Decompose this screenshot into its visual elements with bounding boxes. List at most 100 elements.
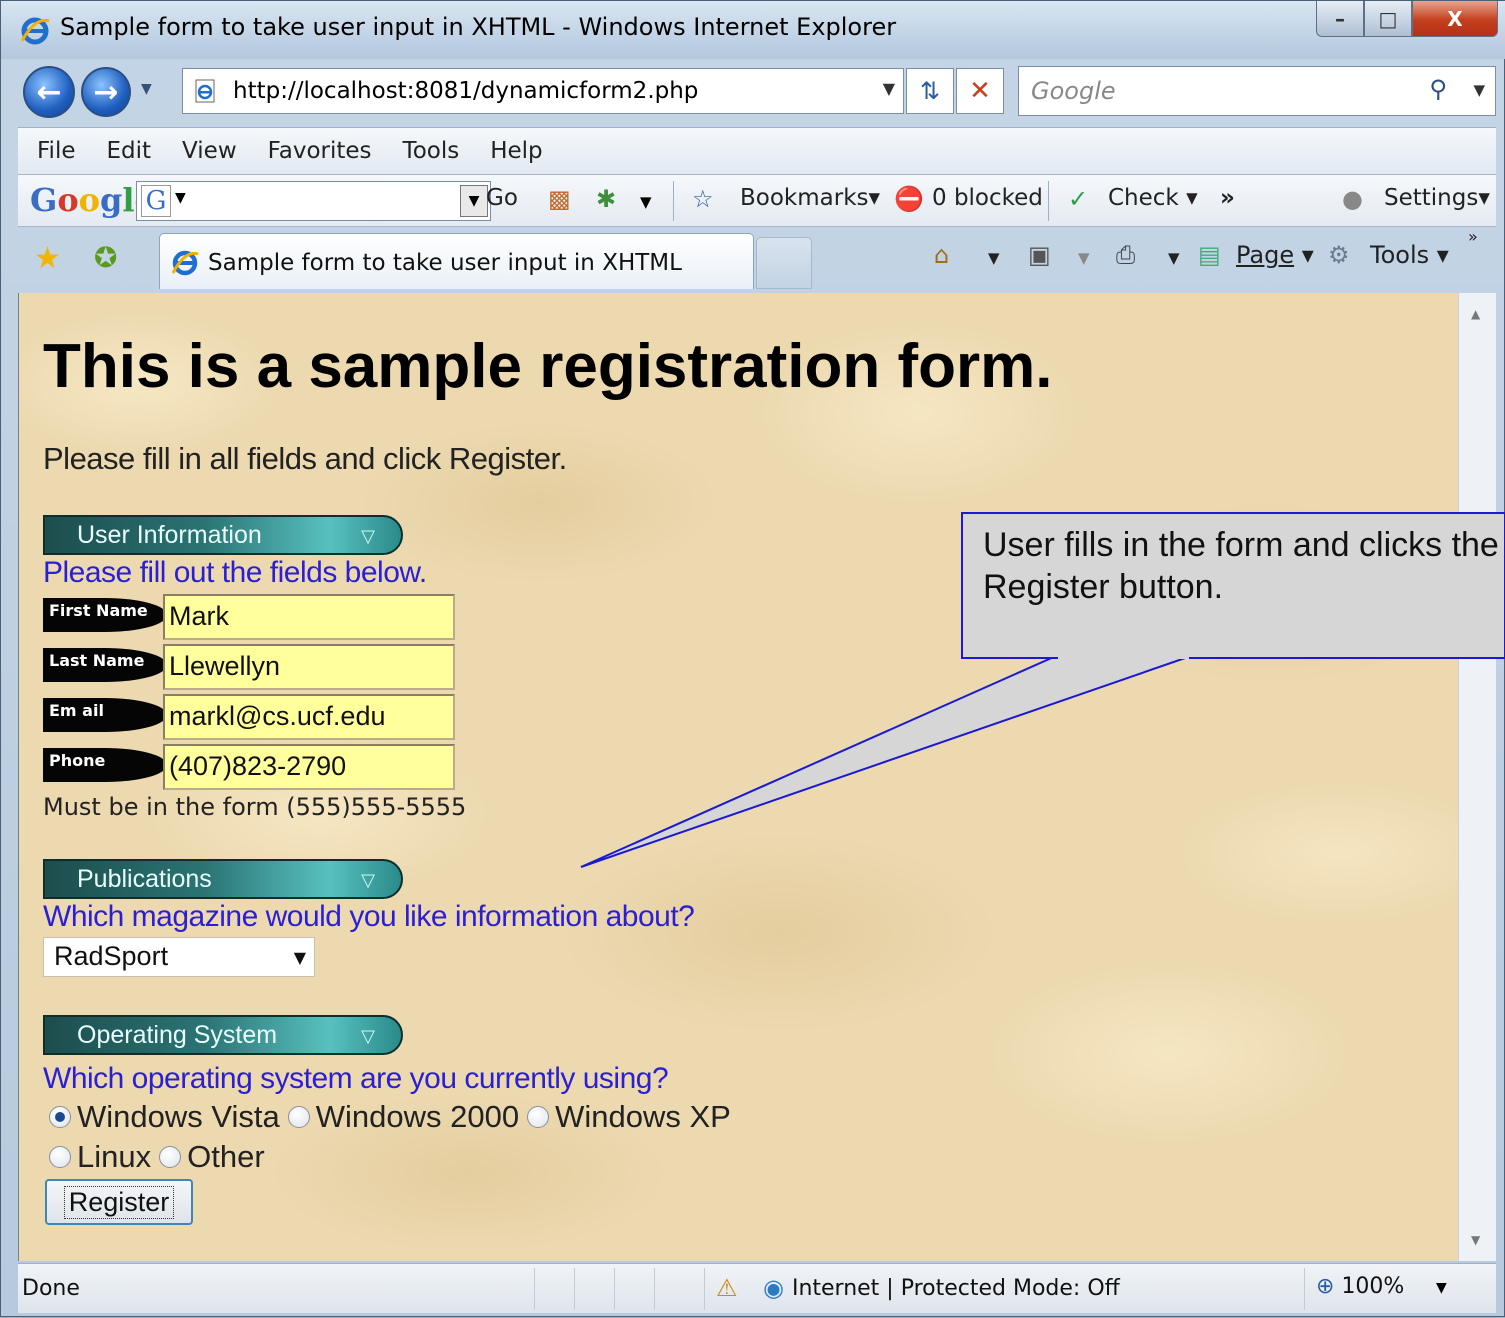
- back-button[interactable]: ←: [23, 66, 75, 118]
- puzzle-icon[interactable]: ✱: [596, 185, 616, 213]
- status-text: Done: [22, 1276, 80, 1301]
- tools-gear-icon: ⚙: [1328, 241, 1350, 269]
- security-zone[interactable]: ◉ Internet | Protected Mode: Off: [763, 1274, 1120, 1302]
- menu-view[interactable]: View: [182, 138, 237, 164]
- email-field[interactable]: markl@cs.ucf.edu: [163, 694, 455, 740]
- bookmarks-button[interactable]: Bookmarks▾: [740, 185, 880, 211]
- address-bar[interactable]: http://localhost:8081/dynamicform2.php ▼: [182, 68, 904, 114]
- settings-gear-icon[interactable]: ●: [1342, 185, 1363, 213]
- chevron-down-icon[interactable]: ▼: [640, 193, 652, 211]
- phone-label: Phone: [43, 748, 167, 782]
- favorites-star-icon[interactable]: ★: [34, 241, 61, 276]
- radio-windows-2000[interactable]: [287, 1106, 310, 1128]
- scroll-up-icon[interactable]: ▲: [1471, 307, 1480, 321]
- google-search-input[interactable]: G ▼ ▼: [136, 181, 491, 221]
- os-radio-group-row1: Windows Vista Windows 2000 Windows XP: [49, 1099, 739, 1135]
- home-icon[interactable]: ⌂: [934, 241, 949, 269]
- back-arrow-icon: ←: [36, 74, 62, 110]
- search-dropdown-icon[interactable]: ▼: [1473, 81, 1485, 99]
- tab-active[interactable]: Sample form to take user input in XHTML: [159, 233, 754, 289]
- spellcheck-icon[interactable]: ✓: [1068, 185, 1088, 213]
- radio-label-windows-xp: Windows XP: [555, 1099, 731, 1134]
- chevron-down-icon[interactable]: ▼: [1168, 249, 1180, 267]
- chevron-down-icon[interactable]: ▼: [988, 249, 1000, 267]
- google-go-button[interactable]: Go: [486, 185, 518, 211]
- tools-menu-button[interactable]: Tools ▾: [1370, 241, 1449, 269]
- forward-button[interactable]: →: [81, 67, 131, 117]
- menu-favorites[interactable]: Favorites: [268, 138, 372, 164]
- google-search-dropdown[interactable]: ▼: [460, 185, 488, 217]
- first-name-row: First Name Mark: [43, 594, 463, 640]
- menu-tools[interactable]: Tools: [403, 138, 460, 164]
- menu-edit[interactable]: Edit: [107, 138, 152, 164]
- toolbar-overflow-button[interactable]: »: [1220, 185, 1235, 211]
- chevron-down-icon: ▽: [361, 1026, 375, 1047]
- forward-arrow-icon: →: [93, 74, 119, 110]
- chevron-down-icon[interactable]: ▼: [1436, 1280, 1447, 1296]
- print-icon[interactable]: ⎙: [1116, 241, 1135, 269]
- minimize-button[interactable]: –: [1316, 1, 1364, 37]
- page-menu-button[interactable]: Page ▾: [1236, 241, 1314, 269]
- spellcheck-button[interactable]: Check ▾: [1108, 185, 1198, 211]
- email-row: Em ail markl@cs.ucf.edu: [43, 694, 463, 740]
- chevron-down-icon[interactable]: ▼: [175, 190, 186, 206]
- address-dropdown-icon[interactable]: ▼: [883, 79, 895, 98]
- search-icon[interactable]: ⚲: [1429, 75, 1447, 103]
- menu-help[interactable]: Help: [490, 138, 542, 164]
- new-tab-button[interactable]: [756, 237, 812, 289]
- toolbar-divider: [1048, 181, 1049, 221]
- ie-logo-icon: [20, 17, 50, 45]
- google-toolbar: Google G ▼ ▼ Go ▩ ✱ ▼ ☆ Bookmarks▾ ⛔ 0 b…: [18, 175, 1496, 227]
- stop-icon: ✕: [969, 76, 991, 106]
- scroll-down-icon[interactable]: ▼: [1471, 1233, 1480, 1247]
- search-placeholder: Google: [1031, 77, 1116, 105]
- ie-logo-icon: [171, 250, 199, 276]
- status-divider: [574, 1268, 575, 1310]
- close-button[interactable]: X: [1412, 1, 1498, 37]
- refresh-button[interactable]: ⇅: [906, 68, 954, 114]
- news-icon[interactable]: ▩: [548, 185, 571, 213]
- radio-linux[interactable]: [49, 1146, 71, 1168]
- bookmark-star-icon[interactable]: ☆: [692, 185, 714, 213]
- google-g-icon[interactable]: G: [141, 185, 171, 217]
- first-name-field[interactable]: Mark: [163, 594, 455, 640]
- radio-label-windows-vista: Windows Vista: [77, 1099, 280, 1134]
- add-favorite-icon[interactable]: ✪: [94, 241, 117, 274]
- popup-blocked-count[interactable]: 0 blocked: [932, 185, 1043, 211]
- security-warning-icon[interactable]: ⚠: [716, 1274, 738, 1302]
- section-header-user-information: User Information ▽: [43, 515, 403, 555]
- zoom-level[interactable]: ⊕ 100%: [1316, 1274, 1404, 1299]
- browser-window: Sample form to take user input in XHTML …: [0, 0, 1505, 1317]
- callout-text: User fills in the form and clicks the Re…: [983, 526, 1499, 606]
- page-intro: Please fill in all fields and click Regi…: [43, 441, 567, 476]
- menu-bar: File Edit View Favorites Tools Help: [18, 127, 1496, 175]
- chevron-right-icon[interactable]: »: [1468, 227, 1478, 246]
- magazine-select[interactable]: RadSport ▼: [43, 937, 315, 977]
- phone-field[interactable]: (407)823-2790: [163, 744, 455, 790]
- register-button[interactable]: Register: [45, 1179, 193, 1225]
- chevron-down-icon[interactable]: ▼: [294, 948, 306, 967]
- vertical-scrollbar[interactable]: ▲ ▼: [1458, 293, 1496, 1261]
- menu-file[interactable]: File: [37, 138, 76, 164]
- radio-windows-xp[interactable]: [527, 1106, 550, 1128]
- search-box[interactable]: Google ⚲ ▼: [1018, 66, 1496, 116]
- last-name-row: Last Name Llewellyn: [43, 644, 463, 690]
- radio-windows-vista[interactable]: [49, 1106, 71, 1128]
- stop-button[interactable]: ✕: [956, 68, 1004, 114]
- phone-row: Phone (407)823-2790: [43, 744, 463, 790]
- maximize-button[interactable]: □: [1364, 1, 1412, 37]
- recent-pages-dropdown[interactable]: ▼: [141, 81, 152, 97]
- chevron-down-icon[interactable]: ▼: [1078, 249, 1090, 267]
- magazine-selected: RadSport: [54, 941, 169, 971]
- status-divider: [614, 1268, 615, 1310]
- settings-button[interactable]: Settings▾: [1384, 185, 1490, 211]
- page-heading: This is a sample registration form.: [43, 332, 1053, 401]
- radio-other[interactable]: [159, 1146, 182, 1168]
- zoom-icon: ⊕: [1316, 1274, 1335, 1299]
- email-label: Em ail: [43, 698, 167, 732]
- chevron-down-icon: ▽: [361, 526, 375, 547]
- last-name-field[interactable]: Llewellyn: [163, 644, 455, 690]
- chevron-down-icon: ▽: [361, 870, 375, 891]
- feeds-icon[interactable]: ▣: [1028, 241, 1051, 269]
- status-divider: [534, 1268, 535, 1310]
